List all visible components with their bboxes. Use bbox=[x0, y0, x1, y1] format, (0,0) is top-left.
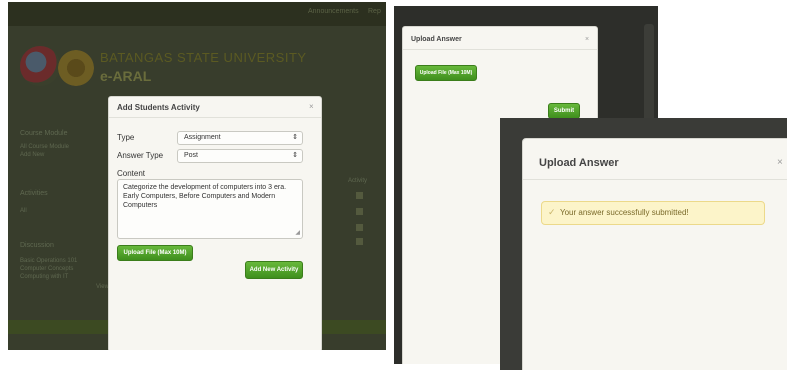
topbar-link-announcements[interactable]: Announcements bbox=[308, 8, 359, 15]
table-actions-column bbox=[318, 120, 386, 260]
modal-title: Upload Answer bbox=[411, 36, 462, 43]
resize-handle-icon[interactable]: ◢ bbox=[295, 229, 300, 238]
row-action-icon[interactable] bbox=[356, 238, 363, 245]
site-title: e-ARAL bbox=[100, 68, 152, 84]
close-icon[interactable]: × bbox=[777, 157, 783, 168]
top-navbar: Announcements Rep bbox=[8, 2, 386, 26]
select-arrows-icon: ⇕ bbox=[292, 134, 298, 141]
check-icon: ✓ bbox=[548, 207, 556, 217]
university-name: BATANGAS STATE UNIVERSITY bbox=[100, 50, 307, 65]
modal-divider bbox=[523, 179, 787, 180]
sidebar-header-activities[interactable]: Activities bbox=[20, 190, 48, 197]
content-label: Content bbox=[117, 169, 146, 178]
college-seal-logo bbox=[58, 50, 94, 86]
upload-file-button[interactable]: Upload File (Max 10M) bbox=[117, 245, 193, 261]
discussion-item[interactable]: Computing with IT bbox=[20, 274, 68, 280]
sidebar-item-add-new[interactable]: Add New bbox=[20, 152, 44, 158]
row-action-icon[interactable] bbox=[356, 208, 363, 215]
answer-type-select-value: Post bbox=[184, 152, 199, 159]
sidebar-item-all-activities[interactable]: All bbox=[20, 208, 27, 214]
upload-success-modal: Upload Answer × ✓ Your answer successful… bbox=[522, 138, 787, 370]
close-icon[interactable]: × bbox=[309, 102, 314, 111]
type-select-value: Assignment bbox=[184, 134, 221, 141]
submit-button[interactable]: Submit bbox=[548, 103, 580, 119]
discussion-item[interactable]: Computer Concepts bbox=[20, 266, 73, 272]
type-select[interactable]: Assignment ⇕ bbox=[177, 131, 303, 145]
type-label: Type bbox=[117, 133, 135, 142]
sidebar-header-discussion[interactable]: Discussion bbox=[20, 242, 54, 249]
success-message: Your answer successfully submitted! bbox=[560, 208, 689, 217]
university-seal-logo bbox=[20, 46, 60, 86]
upload-file-button[interactable]: Upload File (Max 10M) bbox=[415, 65, 477, 81]
row-action-icon[interactable] bbox=[356, 192, 363, 199]
select-arrows-icon: ⇕ bbox=[292, 152, 298, 159]
sidebar-header-course-module[interactable]: Course Module bbox=[20, 130, 67, 137]
topbar-link-rep[interactable]: Rep bbox=[368, 8, 381, 15]
modal-title: Upload Answer bbox=[539, 157, 619, 169]
sidebar-item-all-course-module[interactable]: All Course Module bbox=[20, 144, 69, 150]
add-activity-modal: Add Students Activity × Type Assignment … bbox=[108, 96, 322, 350]
answer-type-select[interactable]: Post ⇕ bbox=[177, 149, 303, 163]
close-icon[interactable]: × bbox=[585, 36, 589, 43]
upload-success-screenshot: Upload Answer × ✓ Your answer successful… bbox=[500, 118, 787, 370]
content-text: Categorize the development of computers … bbox=[123, 184, 287, 209]
answer-type-label: Answer Type bbox=[117, 151, 164, 160]
modal-divider bbox=[109, 117, 321, 118]
add-activity-screenshot: Announcements Rep BATANGAS STATE UNIVERS… bbox=[8, 2, 386, 350]
success-alert: ✓ Your answer successfully submitted! bbox=[541, 201, 765, 225]
discussion-item[interactable]: Basic Operations 101 bbox=[20, 258, 77, 264]
row-action-icon[interactable] bbox=[356, 224, 363, 231]
content-textarea[interactable]: Categorize the development of computers … bbox=[117, 179, 303, 239]
modal-title: Add Students Activity bbox=[117, 103, 200, 112]
modal-divider bbox=[403, 49, 597, 50]
add-new-activity-button[interactable]: Add New Activity bbox=[245, 261, 303, 279]
